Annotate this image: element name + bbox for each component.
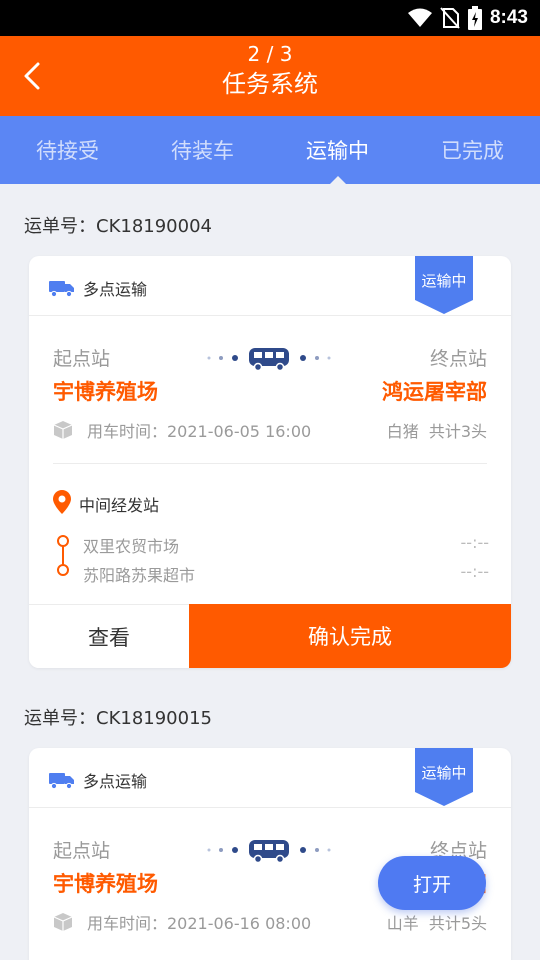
vehicle-time-text: 用车时间：2021-06-05 16:00 [87, 422, 312, 441]
open-fab-button[interactable]: 打开 [378, 856, 486, 910]
stop-item-time: --:-- [460, 562, 489, 581]
status-badge: 运输中 [415, 748, 473, 806]
waybill-number: 运单号：CK18190004 [24, 216, 212, 237]
truck-icon [49, 281, 74, 297]
route-section: 起点站 终点站 宇博养殖场 鸿运屠宰部 用车时间：2021-06-05 16:0… [29, 316, 511, 464]
cargo-type: 山羊 [386, 914, 419, 933]
status-icons: 8:43 [407, 6, 528, 30]
location-pin-icon [53, 490, 71, 514]
no-sim-icon [440, 7, 460, 29]
vehicle-time: 用车时间：2021-06-16 08:00 [53, 910, 311, 934]
destination-label: 终点站 [429, 348, 487, 370]
tab-pending-load[interactable]: 待装车 [135, 116, 270, 184]
origin-label: 起点站 [53, 840, 111, 862]
app-header: 2 / 3 任务系统 [0, 36, 540, 116]
truck-icon [49, 773, 74, 789]
card-header: 多点运输 运输中 [29, 256, 511, 316]
waybill-number: 运单号：CK18190015 [24, 708, 212, 729]
vehicle-time-text: 用车时间：2021-06-16 08:00 [87, 914, 312, 933]
intermediate-stops: 中间经发站 双里农贸市场 --:-- 苏阳路苏果超市 --:-- [29, 464, 511, 604]
origin-station: 宇博养殖场 [53, 872, 158, 896]
card-header: 多点运输 运输中 [29, 748, 511, 808]
view-button[interactable]: 查看 [29, 604, 189, 668]
stops-title: 中间经发站 [79, 496, 160, 515]
tab-in-transit[interactable]: 运输中 [270, 116, 405, 184]
status-bar: 8:43 [0, 0, 540, 36]
route-bus-icon [207, 348, 331, 372]
status-badge: 运输中 [415, 256, 473, 314]
origin-station: 宇博养殖场 [53, 380, 158, 404]
cargo-info: 白猪 共计3头 [387, 418, 487, 442]
cargo-count: 共计5头 [428, 914, 487, 933]
destination-station: 鸿运屠宰部 [382, 380, 487, 404]
tab-pending-accept[interactable]: 待接受 [0, 116, 135, 184]
cargo-type: 白猪 [386, 422, 419, 441]
cargo-count: 共计3头 [428, 422, 487, 441]
transport-mode: 多点运输 [49, 276, 147, 300]
package-icon [53, 913, 73, 931]
cargo-info: 山羊 共计5头 [387, 910, 487, 934]
package-icon [53, 421, 73, 439]
wifi-icon [407, 8, 432, 27]
tab-completed[interactable]: 已完成 [405, 116, 540, 184]
route-bus-icon [207, 840, 331, 864]
status-badge-label: 运输中 [421, 272, 467, 290]
status-badge-label: 运输中 [421, 764, 467, 782]
card-actions: 查看 确认完成 [29, 604, 511, 668]
confirm-complete-button[interactable]: 确认完成 [189, 604, 511, 668]
battery-charging-icon [467, 6, 482, 30]
stop-timeline [57, 535, 69, 576]
order-card: 多点运输 运输中 起点站 终点站 宇博养殖场 盛田 用车时间：2021-06-1… [29, 748, 511, 960]
stop-item-name: 双里农贸市场 [83, 537, 180, 556]
page-title: 任务系统 [222, 70, 318, 98]
status-tabs: 待接受 待装车 运输中 已完成 [0, 116, 540, 184]
clock: 8:43 [489, 7, 528, 28]
stop-item-time: --:-- [460, 533, 489, 552]
vehicle-time: 用车时间：2021-06-05 16:00 [53, 418, 311, 442]
origin-label: 起点站 [53, 348, 111, 370]
transport-mode-label: 多点运输 [83, 772, 148, 791]
transport-mode-label: 多点运输 [83, 280, 148, 299]
transport-mode: 多点运输 [49, 768, 147, 792]
order-card: 多点运输 运输中 起点站 终点站 宇博养殖场 鸿运屠宰部 用车时间：2021-0… [29, 256, 511, 668]
page-progress: 2 / 3 [247, 42, 293, 66]
stop-item-name: 苏阳路苏果超市 [83, 566, 196, 585]
